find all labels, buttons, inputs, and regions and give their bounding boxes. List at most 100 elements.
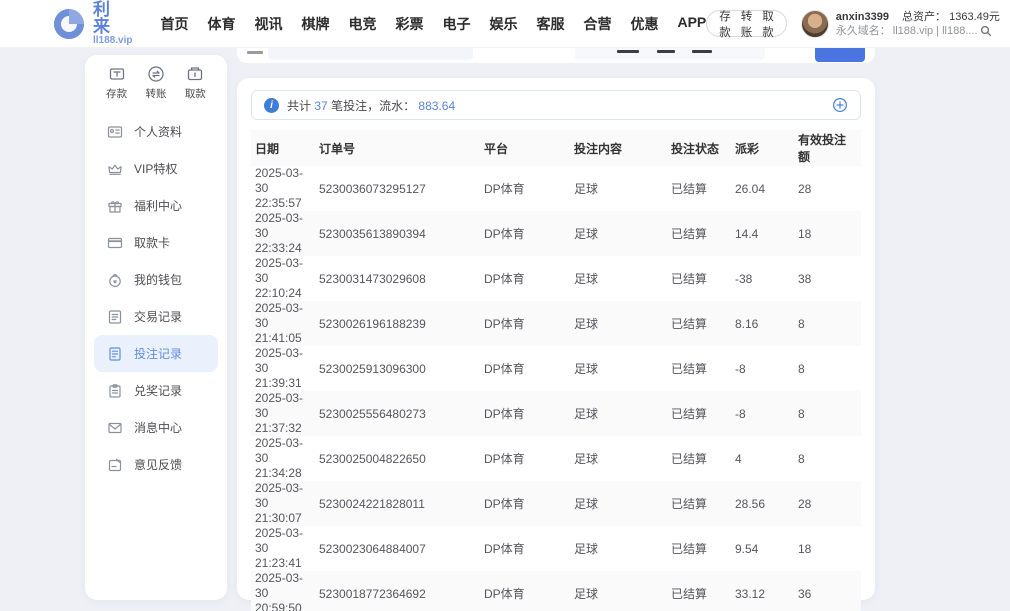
sidebar-item-label: 投注记录 [134, 345, 182, 362]
sidebar-item-label: 意见反馈 [134, 456, 182, 473]
cell-platform: DP体育 [480, 211, 570, 256]
permanent-domain-value: ll188.vip | ll188.... [893, 24, 978, 38]
cell-date: 2025-03-30 [255, 166, 311, 196]
summary-bar: 共计 37 笔投注，流水： 883.64 [251, 90, 861, 120]
sidebar-deposit-button[interactable]: 存款 [106, 65, 127, 101]
cell-date: 2025-03-30 [255, 571, 311, 601]
nav-entertainment[interactable]: 娱乐 [489, 14, 517, 34]
search-icon[interactable] [980, 25, 992, 37]
transfer-button[interactable]: 转账 [741, 8, 753, 40]
table-row: 2025-03-3020:59:50 5230018772364692 DP体育… [251, 571, 861, 611]
user-avatar[interactable] [801, 10, 829, 38]
cell-time: 21:41:05 [255, 331, 311, 346]
sidebar-item-vip[interactable]: VIP特权 [94, 150, 218, 187]
nav-board-games[interactable]: 棋牌 [301, 14, 329, 34]
sidebar-item-label: 取款卡 [134, 234, 170, 251]
withdraw-button[interactable]: 取款 [762, 8, 774, 40]
transfer-icon [147, 65, 165, 83]
permanent-domain-label: 永久域名： [836, 24, 891, 38]
nav-home[interactable]: 首页 [160, 14, 188, 34]
sidebar-item-redeem-records[interactable]: 兑奖记录 [94, 372, 218, 409]
filter-keyword-input[interactable] [268, 48, 473, 60]
nav-live-video[interactable]: 视讯 [254, 14, 282, 34]
logo-domain: ll188.vip [93, 35, 132, 46]
cell-time: 20:59:50 [255, 601, 311, 611]
sidebar-menu: 个人资料 VIP特权 福利中心 取款卡 [85, 113, 227, 483]
summary-middle: 笔投注，流水： [331, 99, 415, 113]
cell-date: 2025-03-30 [255, 211, 311, 241]
sidebar-item-label: 交易记录 [134, 308, 182, 325]
cell-platform: DP体育 [480, 346, 570, 391]
nav-partnership[interactable]: 合营 [583, 14, 611, 34]
cell-payout: -8 [731, 346, 794, 391]
search-submit-button[interactable] [815, 48, 865, 62]
nav-slots[interactable]: 电子 [442, 14, 470, 34]
cell-valid: 36 [794, 571, 861, 611]
cut-label-fragment [247, 51, 263, 54]
table-row: 2025-03-3022:33:24 5230035613890394 DP体育… [251, 211, 861, 256]
cell-order: 5230036073295127 [315, 166, 480, 211]
sidebar-item-wallet[interactable]: 我的钱包 [94, 261, 218, 298]
cell-date: 2025-03-30 [255, 346, 311, 376]
withdraw-icon [186, 65, 204, 83]
sidebar-item-bet-records[interactable]: 投注记录 [94, 335, 218, 372]
col-bet-status: 投注状态 [667, 130, 731, 166]
col-date: 日期 [251, 130, 315, 166]
sidebar-item-transactions[interactable]: 交易记录 [94, 298, 218, 335]
cell-order: 5230025913096300 [315, 346, 480, 391]
col-bet-content: 投注内容 [570, 130, 667, 166]
table-row: 2025-03-3021:41:05 5230026196188239 DP体育… [251, 301, 861, 346]
user-block[interactable]: anxin3399 总资产： 1363.49元 永久域名： ll188.vip … [801, 10, 1000, 38]
transaction-list-icon [107, 309, 123, 325]
col-valid-amount: 有效投注额 [794, 130, 861, 166]
sidebar-item-profile[interactable]: 个人资料 [94, 113, 218, 150]
cut-tab-fragment [617, 50, 639, 53]
cell-order: 5230025556480273 [315, 391, 480, 436]
deposit-button[interactable]: 存款 [719, 8, 731, 40]
nav-promotions[interactable]: 优惠 [630, 14, 658, 34]
cell-order: 5230035613890394 [315, 211, 480, 256]
cell-payout: 9.54 [731, 526, 794, 571]
sidebar-item-welfare[interactable]: 福利中心 [94, 187, 218, 224]
table-row: 2025-03-3021:37:32 5230025556480273 DP体育… [251, 391, 861, 436]
cell-status: 已结算 [667, 481, 731, 526]
total-assets-label: 总资产： [902, 11, 946, 23]
sidebar-item-label: 个人资料 [134, 123, 182, 140]
cell-platform: DP体育 [480, 436, 570, 481]
sidebar-quick-actions: 存款 转账 取款 [85, 65, 227, 107]
cell-status: 已结算 [667, 301, 731, 346]
sidebar-item-feedback[interactable]: 意见反馈 [94, 446, 218, 483]
cell-order: 5230024221828011 [315, 481, 480, 526]
cell-payout: 26.04 [731, 166, 794, 211]
table-row: 2025-03-3021:34:28 5230025004822650 DP体育… [251, 436, 861, 481]
cell-status: 已结算 [667, 346, 731, 391]
sidebar-withdraw-button[interactable]: 取款 [185, 65, 206, 101]
clipboard-icon [107, 383, 123, 399]
cell-valid: 8 [794, 301, 861, 346]
nav-customer-service[interactable]: 客服 [536, 14, 564, 34]
sidebar-item-messages[interactable]: 消息中心 [94, 409, 218, 446]
wallet-quick-actions: 存款 转账 取款 [706, 10, 787, 37]
cell-valid: 38 [794, 256, 861, 301]
bet-records-table: 日期 订单号 平台 投注内容 投注状态 派彩 有效投注额 2025-03-302… [251, 130, 861, 611]
cell-valid: 18 [794, 526, 861, 571]
logo-icon [52, 7, 86, 41]
col-platform: 平台 [480, 130, 570, 166]
sidebar-item-withdraw-card[interactable]: 取款卡 [94, 224, 218, 261]
expand-plus-icon[interactable] [832, 97, 848, 113]
cell-status: 已结算 [667, 211, 731, 256]
nav-lottery[interactable]: 彩票 [395, 14, 423, 34]
cell-order: 5230031473029608 [315, 256, 480, 301]
cell-status: 已结算 [667, 526, 731, 571]
nav-sports[interactable]: 体育 [207, 14, 235, 34]
site-logo[interactable]: 利 来 ll188.vip [52, 1, 132, 46]
cell-time: 21:39:31 [255, 376, 311, 391]
logo-title: 利 来 [93, 1, 132, 35]
total-assets-value: 1363.49元 [949, 11, 1000, 23]
bet-records-panel: 共计 37 笔投注，流水： 883.64 日期 订单号 平台 投注内容 投注状态… [237, 78, 875, 600]
sidebar-transfer-button[interactable]: 转账 [145, 65, 166, 101]
nav-app[interactable]: APP [677, 14, 706, 34]
nav-esports[interactable]: 电竞 [348, 14, 376, 34]
cell-status: 已结算 [667, 391, 731, 436]
summary-count: 37 [314, 99, 327, 113]
